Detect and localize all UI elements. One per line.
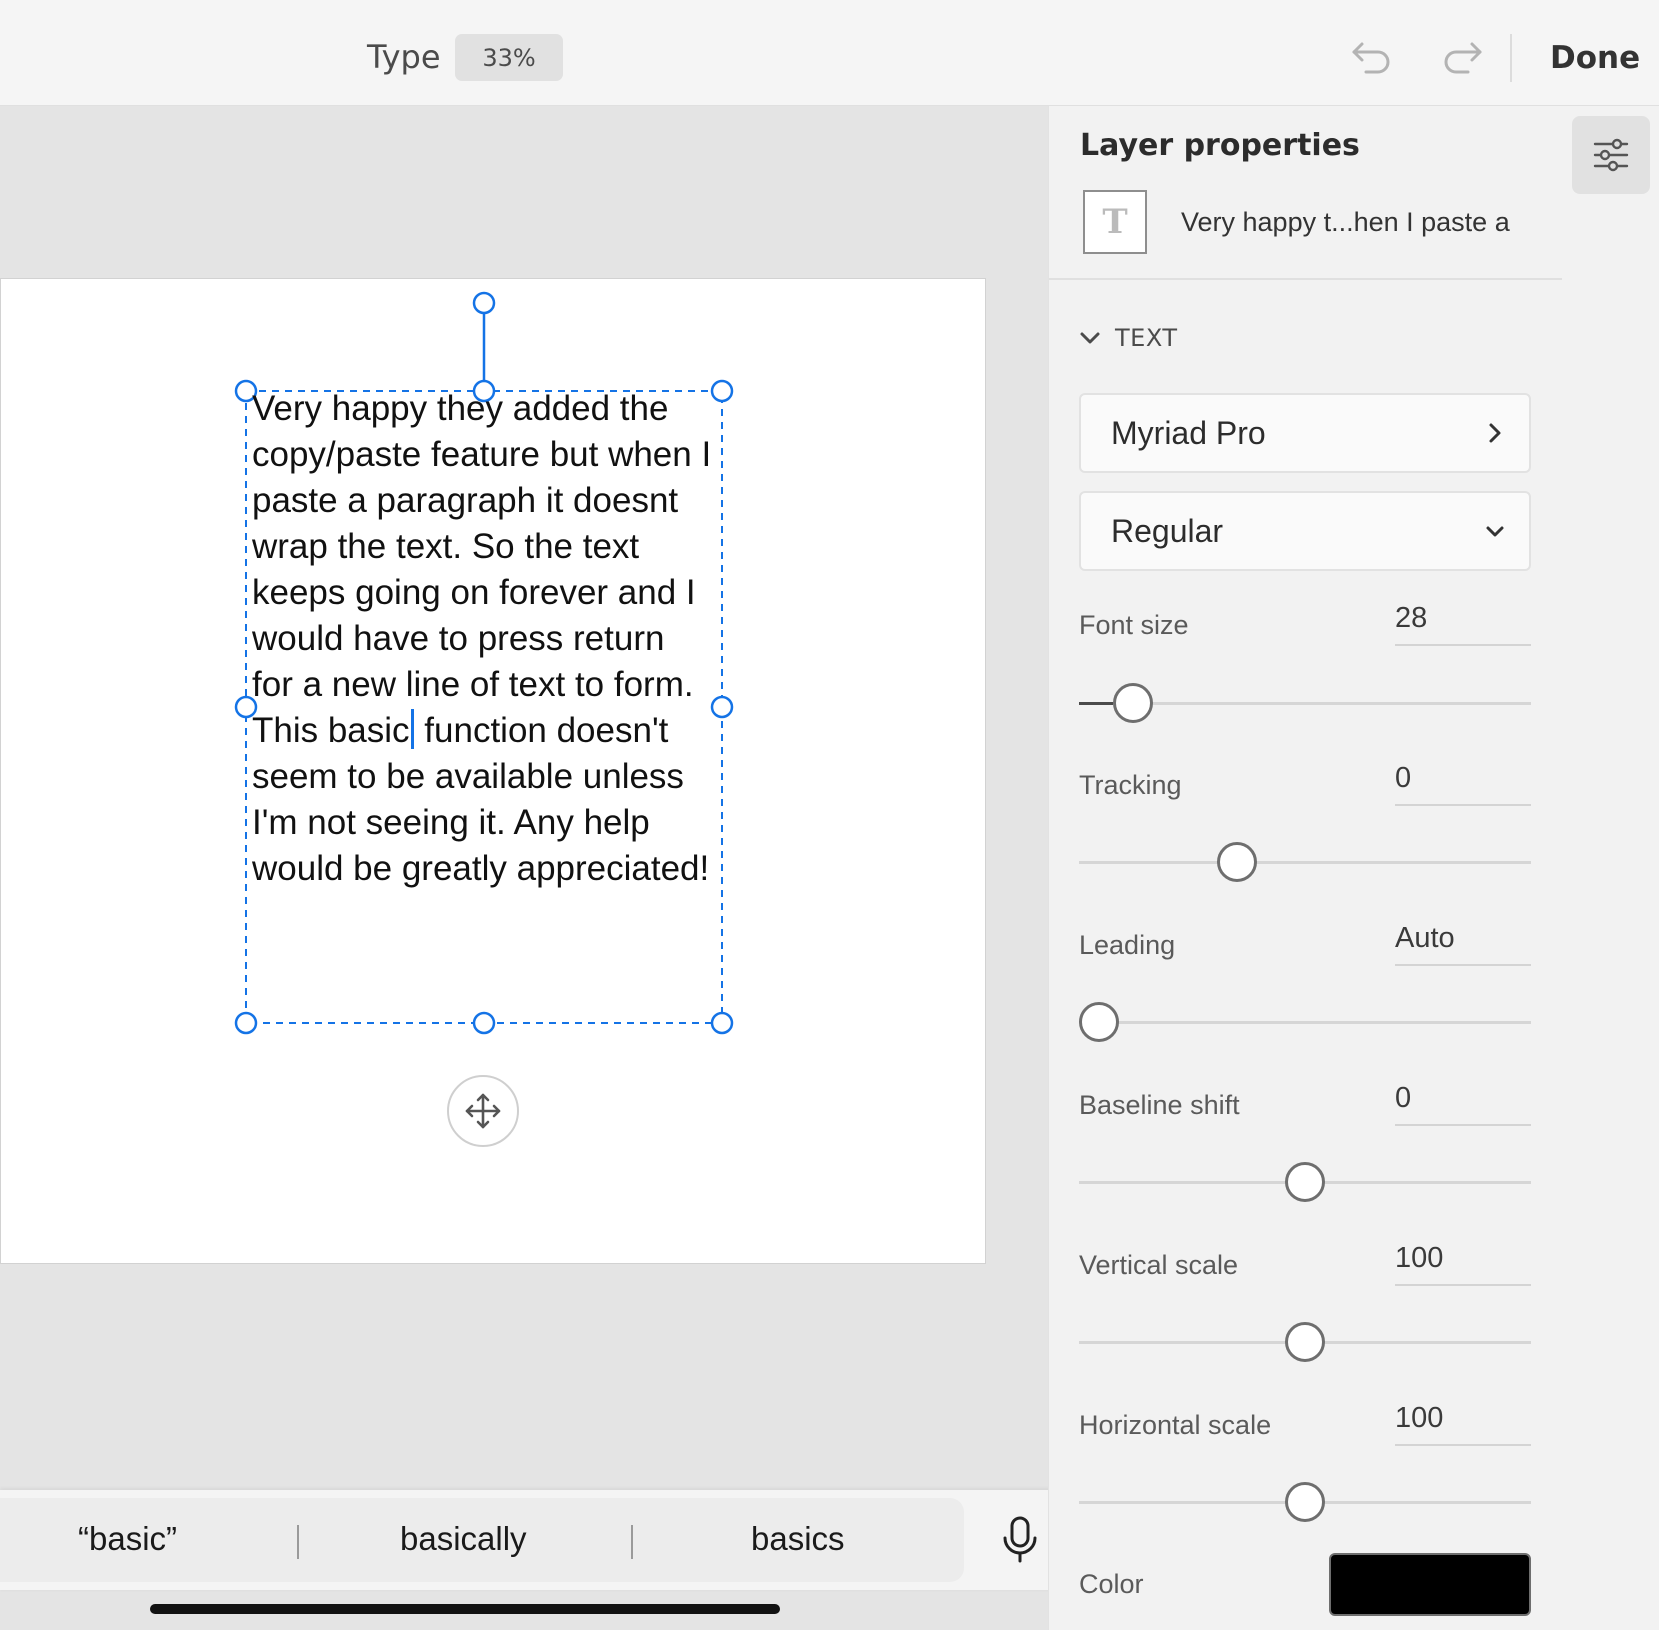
section-title: TEXT <box>1115 324 1178 352</box>
chevron-down-icon <box>1080 332 1100 344</box>
horizontal-scale-input[interactable]: 100 <box>1395 1402 1531 1446</box>
leading-input[interactable]: Auto <box>1395 922 1531 966</box>
layer-name: Very happy t...hen I paste a <box>1181 207 1510 237</box>
slider-thumb[interactable] <box>1285 1322 1325 1362</box>
slider-fill <box>1079 702 1113 705</box>
baseline-shift-slider[interactable] <box>1079 1162 1531 1202</box>
properties-toggle-button[interactable] <box>1572 116 1650 194</box>
leading-label: Leading <box>1079 930 1176 960</box>
tracking-label: Tracking <box>1079 770 1182 800</box>
top-toolbar: Type 33% Done <box>0 0 1659 106</box>
horizontal-scale-slider[interactable] <box>1079 1482 1531 1522</box>
suggestion-quoted[interactable]: “basic” <box>78 1520 177 1558</box>
text-layer-content[interactable]: Very happy they added the copy/paste fea… <box>252 386 712 892</box>
text-caret <box>410 709 414 749</box>
baseline-shift-input[interactable]: 0 <box>1395 1082 1531 1126</box>
panel-divider <box>1049 278 1563 280</box>
text-section-toggle[interactable]: TEXT <box>1079 324 1178 352</box>
font-size-label: Font size <box>1079 610 1189 640</box>
vertical-scale-label: Vertical scale <box>1079 1250 1239 1280</box>
suggestion-basics[interactable]: basics <box>751 1520 845 1558</box>
font-size-input[interactable]: 28 <box>1395 602 1531 646</box>
horizontal-scale-label: Horizontal scale <box>1079 1410 1272 1440</box>
suggestion-divider <box>297 1525 299 1559</box>
baseline-shift-label: Baseline shift <box>1079 1090 1240 1120</box>
suggestion-divider <box>631 1525 633 1559</box>
slider-thumb[interactable] <box>1113 683 1153 723</box>
done-button[interactable]: Done <box>1550 40 1640 76</box>
slider-thumb[interactable] <box>1285 1162 1325 1202</box>
sliders-icon <box>1593 138 1629 172</box>
keyboard-suggestion-bar: “basic” basically basics <box>0 1490 1083 1590</box>
slider-thumb[interactable] <box>1285 1482 1325 1522</box>
move-handle[interactable] <box>447 1075 519 1147</box>
vertical-scale-slider[interactable] <box>1079 1322 1531 1362</box>
vertical-scale-input[interactable]: 100 <box>1395 1242 1531 1286</box>
font-size-slider[interactable] <box>1079 683 1531 723</box>
mode-label: Type <box>367 38 441 76</box>
font-style-dropdown[interactable]: Regular <box>1079 491 1531 571</box>
zoom-level-button[interactable]: 33% <box>455 34 563 81</box>
font-style-value: Regular <box>1111 512 1224 549</box>
microphone-icon[interactable] <box>998 1514 1042 1566</box>
font-family-picker[interactable]: Myriad Pro <box>1079 393 1531 473</box>
tracking-slider[interactable] <box>1079 842 1531 882</box>
tracking-input[interactable]: 0 <box>1395 762 1531 806</box>
text-before-caret: Very happy they added the copy/paste fea… <box>252 389 712 750</box>
slider-thumb[interactable] <box>1217 842 1257 882</box>
home-indicator[interactable] <box>150 1604 780 1614</box>
panel-title: Layer properties <box>1080 128 1360 163</box>
color-label: Color <box>1079 1569 1144 1599</box>
chevron-right-icon <box>1489 423 1501 443</box>
slider-thumb[interactable] <box>1079 1002 1119 1042</box>
text-layer-thumbnail[interactable]: T <box>1083 190 1147 254</box>
canvas-workspace[interactable]: Very happy they added the copy/paste fea… <box>0 106 1048 1630</box>
font-family-value: Myriad Pro <box>1111 414 1266 451</box>
color-swatch[interactable] <box>1329 1553 1531 1616</box>
toolbar-divider <box>1510 34 1512 82</box>
properties-rail <box>1562 106 1659 1630</box>
suggestion-strip: “basic” basically basics <box>0 1498 964 1582</box>
layer-properties-panel: Layer properties T Very happy t...hen I … <box>1048 106 1563 1630</box>
text-type-icon: T <box>1102 202 1128 242</box>
undo-icon[interactable] <box>1348 32 1396 80</box>
leading-slider[interactable] <box>1079 1002 1531 1042</box>
redo-icon[interactable] <box>1438 32 1486 80</box>
move-arrows-icon <box>465 1093 501 1129</box>
suggestion-basically[interactable]: basically <box>400 1520 527 1558</box>
chevron-down-icon <box>1486 526 1504 537</box>
